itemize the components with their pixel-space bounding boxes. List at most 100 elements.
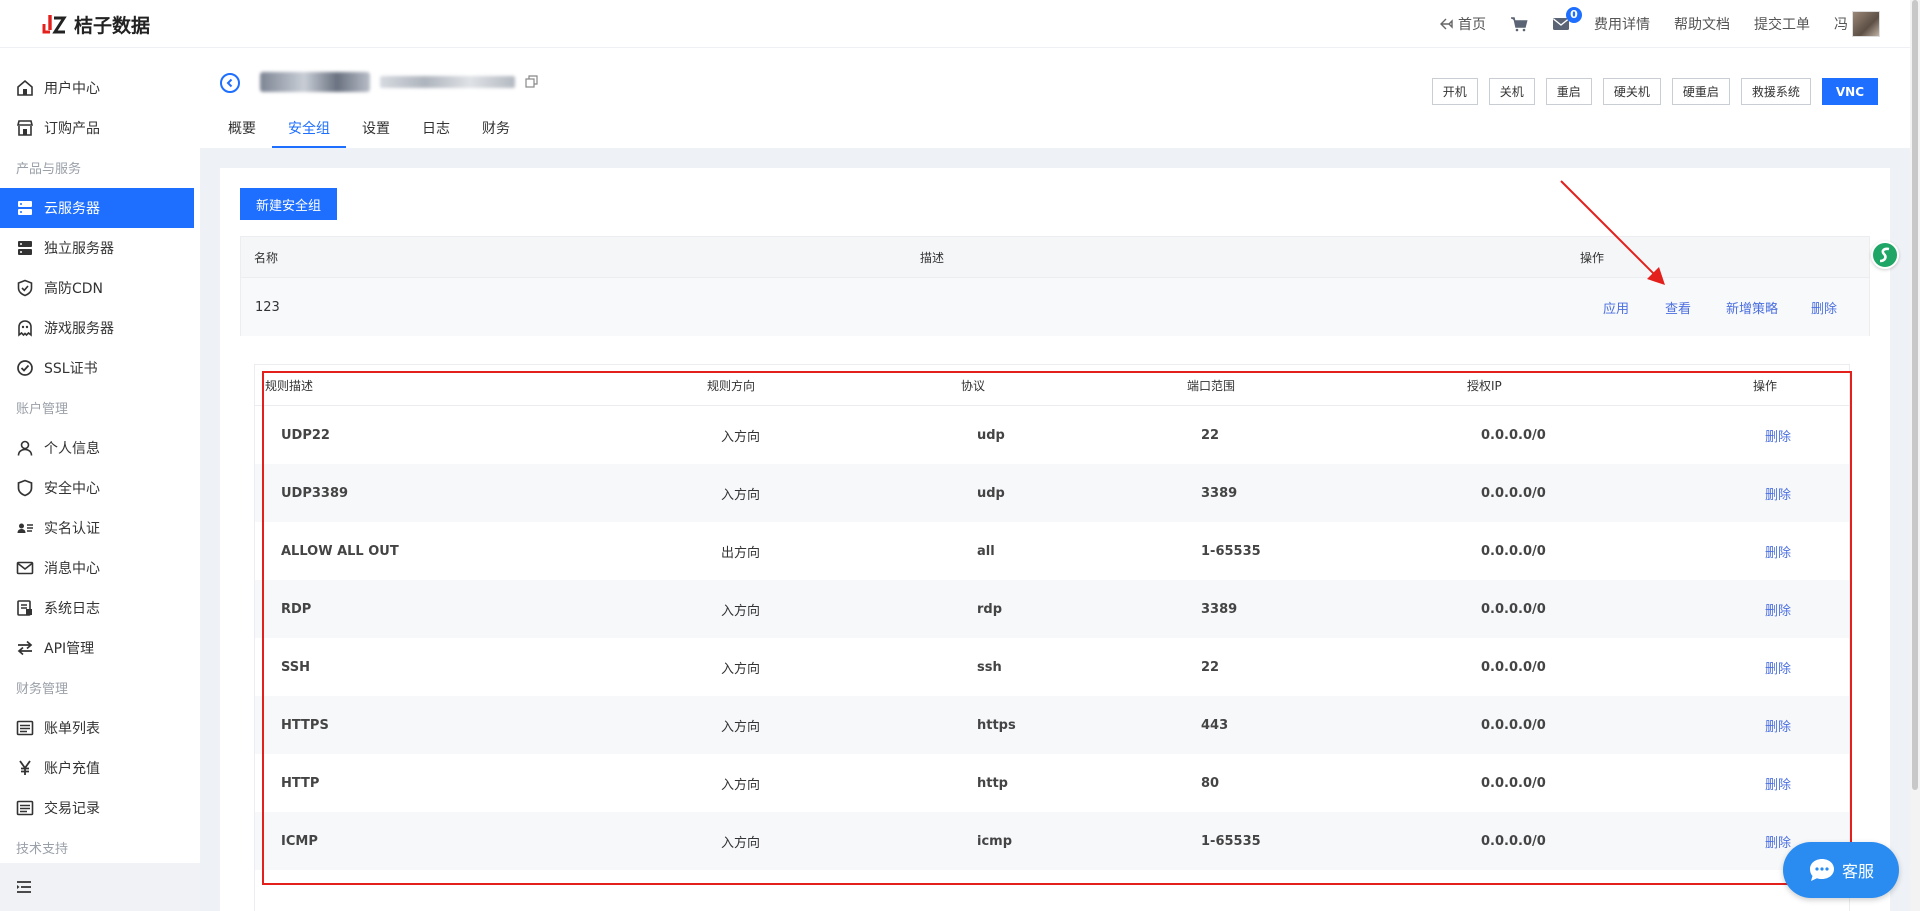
- vnc-button[interactable]: VNC: [1821, 78, 1878, 105]
- column-description: 描述: [920, 250, 945, 265]
- delete-rule-link[interactable]: 删除: [1765, 484, 1791, 503]
- sidebar-item-user-center[interactable]: 用户中心: [0, 68, 194, 108]
- sidebar-item-bills[interactable]: 账单列表: [0, 708, 194, 748]
- sidebar-item-transactions[interactable]: 交易记录: [0, 788, 194, 828]
- delete-rule-link[interactable]: 删除: [1765, 542, 1791, 561]
- customer-service-button[interactable]: 客服: [1783, 842, 1899, 898]
- sidebar-item-verification[interactable]: 实名认证: [0, 508, 194, 548]
- apply-link[interactable]: 应用: [1603, 298, 1629, 317]
- rule-desc: HTTPS: [281, 717, 329, 733]
- hard-reboot-button[interactable]: 硬重启: [1671, 78, 1730, 105]
- mail-icon: [16, 561, 34, 575]
- brand-logo[interactable]: 桔子数据: [40, 10, 150, 38]
- tab-settings[interactable]: 设置: [346, 112, 406, 148]
- nav-help[interactable]: 帮助文档: [1674, 14, 1730, 34]
- sidebar-item-game-server[interactable]: 游戏服务器: [0, 308, 194, 348]
- instance-header: 概要 安全组 设置 日志 财务 开机 关机 重启 硬关机 硬重启 救援系统 VN…: [200, 48, 1920, 148]
- chat-bubble-icon: [1809, 859, 1834, 881]
- sidebar-item-label: 账户充值: [44, 761, 100, 777]
- nav-cart[interactable]: [1510, 16, 1528, 32]
- assistant-float-icon[interactable]: [1871, 241, 1899, 269]
- rescue-system-button[interactable]: 救援系统: [1740, 78, 1811, 105]
- brand-name: 桔子数据: [74, 14, 151, 37]
- security-group-table: 名称 描述 操作 123 应用 查看 新增策略 删除: [240, 236, 1870, 336]
- column-name: 名称: [254, 250, 279, 265]
- delete-rule-link[interactable]: 删除: [1765, 716, 1791, 735]
- home-icon: [17, 79, 33, 96]
- copy-icon[interactable]: [525, 75, 539, 89]
- power-on-button[interactable]: 开机: [1431, 78, 1478, 105]
- sidebar-item-messages[interactable]: 消息中心: [0, 548, 194, 588]
- rules-table: 规则描述 规则方向 协议 端口范围 授权IP 操作 UDP22 入方向 udp 22 0…: [254, 364, 1850, 911]
- nav-home[interactable]: 首页: [1440, 14, 1486, 34]
- back-button[interactable]: [220, 73, 240, 93]
- delete-rule-link[interactable]: 删除: [1765, 426, 1791, 445]
- rule-desc: ICMP: [281, 833, 318, 849]
- security-group-name: 123: [255, 299, 280, 315]
- column-actions: 操作: [1580, 250, 1605, 265]
- rule-direction: 入方向: [721, 835, 761, 851]
- table-row: ICMP 入方向 icmp 1-65535 0.0.0.0/0 删除: [255, 812, 1849, 870]
- sidebar-item-label: 个人信息: [44, 441, 100, 457]
- sidebar-item-recharge[interactable]: 账户充值: [0, 748, 194, 788]
- rule-port: 80: [1201, 775, 1220, 791]
- sidebar-item-api[interactable]: API管理: [0, 628, 194, 668]
- sidebar-item-security[interactable]: 安全中心: [0, 468, 194, 508]
- rule-ip: 0.0.0.0/0: [1481, 427, 1546, 443]
- view-link[interactable]: 查看: [1665, 298, 1691, 317]
- rule-direction: 入方向: [721, 603, 761, 619]
- tab-overview[interactable]: 概要: [212, 112, 272, 148]
- top-nav: 首页 0 费用详情 帮助文档 提交工单 冯: [1440, 0, 1880, 48]
- reboot-button[interactable]: 重启: [1545, 78, 1592, 105]
- sidebar-item-ssl[interactable]: SSL证书: [0, 348, 194, 388]
- sidebar-item-order[interactable]: 订购产品: [0, 108, 194, 148]
- tab-logs[interactable]: 日志: [406, 112, 466, 148]
- delete-rule-link[interactable]: 删除: [1765, 658, 1791, 677]
- user-menu[interactable]: 冯: [1834, 11, 1880, 37]
- nav-fees[interactable]: 费用详情: [1594, 14, 1650, 34]
- delete-group-link[interactable]: 删除: [1811, 298, 1837, 317]
- sidebar-item-cloud-server[interactable]: 云服务器: [0, 188, 194, 228]
- sidebar-item-profile[interactable]: 个人信息: [0, 428, 194, 468]
- tab-security-group[interactable]: 安全组: [272, 112, 346, 148]
- store-icon: [16, 120, 34, 136]
- table-header: 名称 描述 操作: [240, 236, 1870, 278]
- rule-ip: 0.0.0.0/0: [1481, 659, 1546, 675]
- page-scrollbar-thumb[interactable]: [1912, 0, 1918, 790]
- sidebar-item-label: 高防CDN: [44, 281, 104, 297]
- hard-power-off-button[interactable]: 硬关机: [1602, 78, 1661, 105]
- rule-protocol: udp: [977, 485, 1005, 501]
- sidebar-item-label: API管理: [44, 641, 95, 657]
- sidebar-item-label: 订购产品: [44, 121, 100, 137]
- table-row: HTTP 入方向 http 80 0.0.0.0/0 删除: [255, 754, 1849, 812]
- instance-name-redacted: [260, 72, 370, 92]
- new-security-group-button[interactable]: 新建安全组: [240, 188, 338, 220]
- sidebar-item-system-log[interactable]: 系统日志: [0, 588, 194, 628]
- chevron-left-icon: [226, 78, 233, 88]
- add-policy-link[interactable]: 新增策略: [1726, 298, 1778, 317]
- nav-messages[interactable]: 0: [1552, 7, 1582, 31]
- top-bar: 桔子数据 首页 0 费用详情 帮助文档 提交工单 冯: [0, 0, 1920, 48]
- rule-port: 1-65535: [1201, 833, 1261, 849]
- delete-rule-link[interactable]: 删除: [1765, 832, 1791, 851]
- rule-direction: 入方向: [721, 719, 761, 735]
- rule-desc: UDP22: [281, 427, 330, 443]
- sidebar-item-cdn[interactable]: 高防CDN: [0, 268, 194, 308]
- rule-ip: 0.0.0.0/0: [1481, 833, 1546, 849]
- sidebar-item-dedicated-server[interactable]: 独立服务器: [0, 228, 194, 268]
- delete-rule-link[interactable]: 删除: [1765, 600, 1791, 619]
- column-port-range: 端口范围: [1187, 378, 1236, 393]
- sidebar-collapse-button[interactable]: [0, 863, 200, 911]
- delete-rule-link[interactable]: 删除: [1765, 774, 1791, 793]
- security-group-panel: 新建安全组 名称 描述 操作 123 应用 查看 新增策略 删除 规则描述 规则…: [220, 168, 1890, 911]
- tab-finance[interactable]: 财务: [466, 112, 526, 148]
- nav-ticket[interactable]: 提交工单: [1754, 14, 1810, 34]
- column-authorized-ip: 授权IP: [1467, 378, 1502, 393]
- rule-direction: 入方向: [721, 487, 761, 503]
- rule-direction: 入方向: [721, 429, 761, 445]
- rule-port: 22: [1201, 659, 1220, 675]
- sidebar-item-label: 游戏服务器: [44, 321, 114, 337]
- power-off-button[interactable]: 关机: [1488, 78, 1535, 105]
- sidebar-item-label: 云服务器: [44, 201, 100, 217]
- sidebar-item-label: 消息中心: [44, 561, 100, 577]
